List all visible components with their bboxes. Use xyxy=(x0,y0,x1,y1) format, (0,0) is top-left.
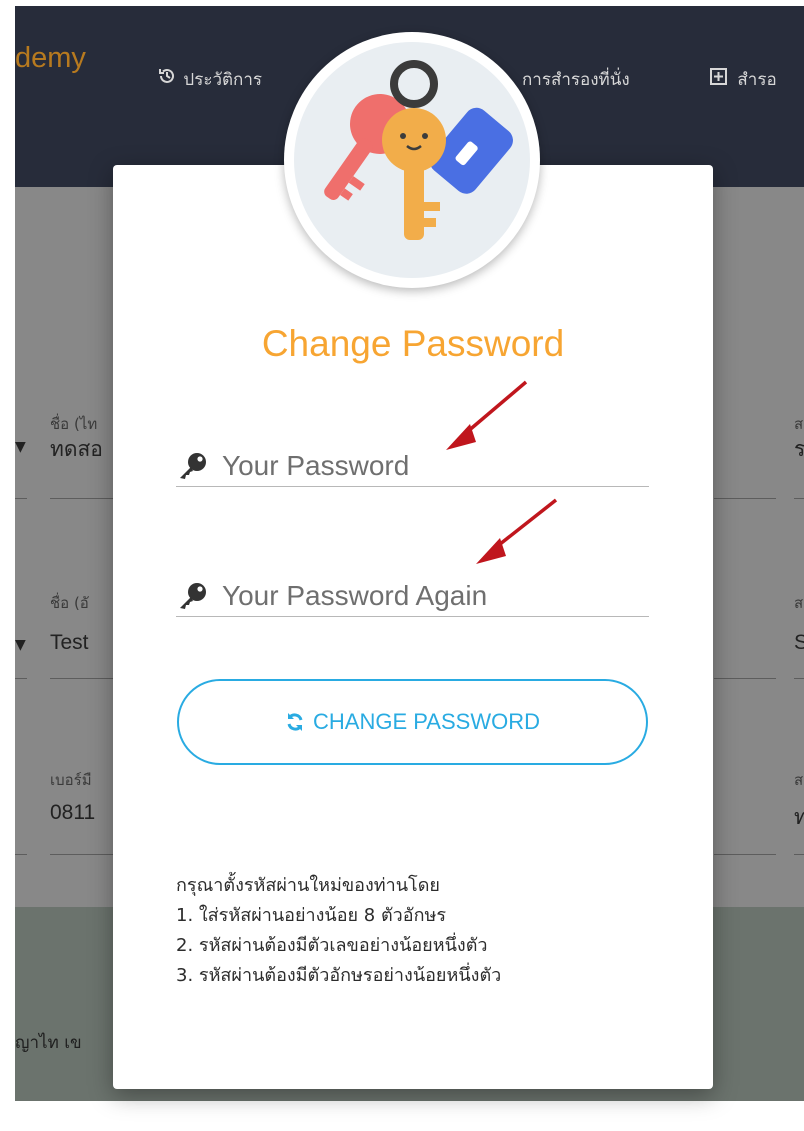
footer-address-text: ญาไท เข xyxy=(15,1033,82,1053)
nav-item-add-label: สำรอ xyxy=(737,70,777,90)
change-password-button-label: CHANGE PASSWORD xyxy=(313,709,540,734)
divider xyxy=(794,854,804,855)
plus-square-icon xyxy=(710,68,732,90)
right-field-value[interactable]: S xyxy=(794,631,804,655)
history-icon xyxy=(158,67,178,90)
divider xyxy=(794,678,804,679)
phone-value[interactable]: 0811 xyxy=(50,801,95,825)
nav-item-history[interactable]: ประวัติการ xyxy=(158,66,262,93)
nav-item-add-reservation[interactable]: สำรอ xyxy=(710,66,777,93)
divider xyxy=(15,498,27,499)
right-field-value[interactable]: ท xyxy=(794,801,804,834)
divider xyxy=(15,854,27,855)
name-th-value[interactable]: ทดสอ xyxy=(50,433,103,466)
password-input[interactable] xyxy=(222,446,642,486)
name-en-label: ชื่อ (อั xyxy=(50,594,89,612)
divider xyxy=(15,678,27,679)
divider xyxy=(50,498,116,499)
rule-item: 1. ใส่รหัสผ่านอย่างน้อย 8 ตัวอักษร xyxy=(176,905,446,926)
divider xyxy=(714,498,776,499)
change-password-dialog: Change Password CHANGE PASSWORD กรุณาตั้… xyxy=(113,165,713,1089)
right-field-value[interactable]: ร xyxy=(794,433,804,466)
password-field[interactable] xyxy=(176,446,649,487)
password-rules: กรุณาตั้งรหัสผ่านใหม่ของท่านโดย 1. ใส่รห… xyxy=(176,871,501,991)
brand-logo-text[interactable]: demy xyxy=(15,42,86,75)
rules-intro: กรุณาตั้งรหัสผ่านใหม่ของท่านโดย xyxy=(176,875,440,896)
key-icon xyxy=(176,582,208,610)
divider xyxy=(794,498,804,499)
dropdown-caret-icon[interactable]: ▼ xyxy=(15,637,26,653)
divider xyxy=(714,854,776,855)
password-again-input[interactable] xyxy=(222,576,642,616)
keys-icon xyxy=(284,32,540,288)
phone-label: เบอร์มื xyxy=(50,771,92,789)
refresh-icon xyxy=(285,712,305,732)
divider xyxy=(50,854,116,855)
rule-item: 3. รหัสผ่านต้องมีตัวอักษรอย่างน้อยหนึ่งต… xyxy=(176,965,502,986)
divider xyxy=(714,678,776,679)
right-field-label: ส xyxy=(794,771,804,789)
key-icon xyxy=(176,452,208,480)
nav-item-history-label: ประวัติการ xyxy=(183,70,263,90)
divider xyxy=(50,678,116,679)
rule-item: 2. รหัสผ่านต้องมีตัวเลขอย่างน้อยหนึ่งตัว xyxy=(176,935,488,956)
dialog-title: Change Password xyxy=(261,323,565,364)
nav-item-reservation[interactable]: การสำรองที่นั่ง xyxy=(522,66,630,93)
annotation-arrow xyxy=(476,498,558,564)
name-en-value[interactable]: Test xyxy=(50,631,89,655)
annotation-arrow xyxy=(446,380,528,450)
change-password-button[interactable]: CHANGE PASSWORD xyxy=(177,679,648,765)
password-again-field[interactable] xyxy=(176,576,649,617)
dropdown-caret-icon[interactable]: ▼ xyxy=(15,439,26,455)
right-field-label: ส xyxy=(794,594,804,612)
